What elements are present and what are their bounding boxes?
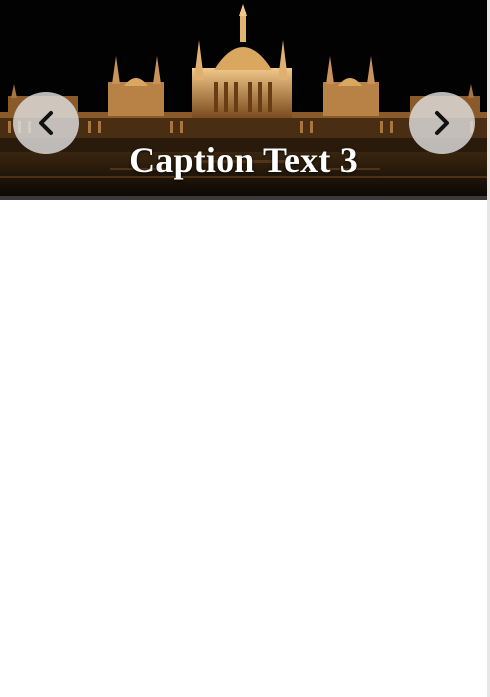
- next-slide-button[interactable]: [409, 92, 475, 154]
- slide-bottom-bar: [0, 196, 487, 200]
- slide-caption: Caption Text 3: [129, 140, 358, 180]
- page: Caption Text 3: [0, 0, 487, 697]
- slideshow-container: Caption Text 3: [0, 0, 487, 200]
- chevron-right-icon: [435, 111, 449, 135]
- chevron-left-icon: [39, 111, 53, 135]
- prev-slide-button[interactable]: [13, 92, 79, 154]
